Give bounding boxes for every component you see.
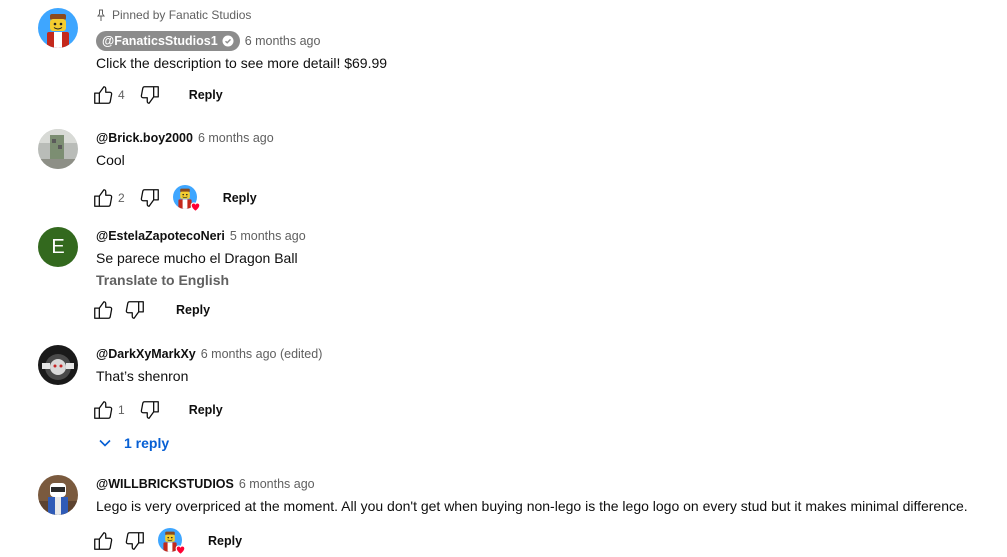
like-count: 4 bbox=[118, 88, 125, 102]
translate-link[interactable]: Translate to English bbox=[96, 272, 988, 288]
view-replies-button[interactable]: 1 reply bbox=[96, 434, 988, 452]
dislike-button[interactable] bbox=[137, 397, 163, 423]
reply-button[interactable]: Reply bbox=[189, 88, 223, 102]
like-count: 1 bbox=[118, 403, 125, 417]
comment-actions: 2 Reply bbox=[90, 182, 988, 214]
heart-icon bbox=[189, 200, 202, 213]
chevron-down-icon bbox=[99, 439, 111, 447]
dislike-button[interactable] bbox=[137, 82, 163, 108]
comment-timestamp[interactable]: 6 months ago bbox=[245, 34, 321, 48]
like-button[interactable] bbox=[90, 82, 116, 108]
comment-actions: 1 Reply bbox=[90, 394, 988, 426]
comment-timestamp[interactable]: 6 months ago bbox=[239, 477, 315, 491]
comment-header: @WILLBRICKSTUDIOS 6 months ago bbox=[96, 475, 988, 493]
thumbs-down-icon bbox=[139, 187, 161, 209]
verified-check-icon bbox=[222, 35, 234, 47]
comment-header: @Brick.boy2000 6 months ago bbox=[96, 129, 988, 147]
comment-body: Pinned by Fanatic Studios @FanaticsStudi… bbox=[96, 8, 988, 111]
thumbs-down-icon bbox=[139, 399, 161, 421]
like-button[interactable] bbox=[90, 297, 116, 323]
comment-body: @EstelaZapotecoNeri 5 months ago Se pare… bbox=[96, 227, 988, 326]
thumbs-up-icon bbox=[92, 399, 114, 421]
thumbs-up-icon bbox=[92, 530, 114, 552]
comment-header: @DarkXyMarkXy 6 months ago (edited) bbox=[96, 345, 988, 363]
author-name[interactable]: @DarkXyMarkXy bbox=[96, 347, 196, 361]
view-replies-label: 1 reply bbox=[124, 435, 170, 451]
author-name-text: @FanaticsStudios1 bbox=[102, 34, 218, 48]
avatar-letter: E bbox=[51, 235, 65, 258]
thumbs-down-icon bbox=[124, 530, 146, 552]
pinned-label: Pinned by Fanatic Studios bbox=[112, 8, 252, 22]
creator-heart-badge bbox=[158, 528, 184, 554]
heart-icon bbox=[174, 543, 187, 556]
like-button[interactable] bbox=[90, 528, 116, 554]
thumbs-down-icon bbox=[139, 84, 161, 106]
avatar[interactable] bbox=[38, 129, 78, 169]
comment-text: Se parece mucho el Dragon Ball bbox=[96, 250, 298, 266]
reply-button[interactable]: Reply bbox=[189, 403, 223, 417]
avatar[interactable] bbox=[38, 345, 78, 385]
author-name[interactable]: @Brick.boy2000 bbox=[96, 131, 193, 145]
like-count: 2 bbox=[118, 191, 125, 205]
author-name[interactable]: @WILLBRICKSTUDIOS bbox=[96, 477, 234, 491]
reply-button[interactable]: Reply bbox=[176, 303, 210, 317]
comment-actions: Reply bbox=[90, 525, 988, 557]
comment-timestamp[interactable]: 5 months ago bbox=[230, 229, 306, 243]
comment-actions: Reply bbox=[90, 294, 988, 326]
dislike-button[interactable] bbox=[122, 528, 148, 554]
comment-text: That’s shenron bbox=[96, 368, 189, 384]
comment-timestamp[interactable]: 6 months ago bbox=[198, 131, 274, 145]
dislike-button[interactable] bbox=[122, 297, 148, 323]
comment-body: @WILLBRICKSTUDIOS 6 months ago Lego is v… bbox=[96, 475, 988, 557]
avatar[interactable] bbox=[38, 8, 78, 48]
comment-text: Lego is very overpriced at the moment. A… bbox=[96, 498, 968, 514]
reply-button[interactable]: Reply bbox=[223, 191, 257, 205]
reply-button[interactable]: Reply bbox=[208, 534, 242, 548]
author-name[interactable]: @FanaticsStudios1 bbox=[96, 31, 240, 51]
like-button[interactable] bbox=[90, 397, 116, 423]
comment-text: Cool bbox=[96, 152, 125, 168]
thumbs-up-icon bbox=[92, 299, 114, 321]
dislike-button[interactable] bbox=[137, 185, 163, 211]
comment-header: @FanaticsStudios1 6 months ago bbox=[96, 31, 988, 51]
thumbs-up-icon bbox=[92, 84, 114, 106]
avatar[interactable] bbox=[38, 475, 78, 515]
author-name[interactable]: @EstelaZapotecoNeri bbox=[96, 229, 225, 243]
comment-body: @Brick.boy2000 6 months ago Cool 2 Reply bbox=[96, 129, 988, 214]
comment-body: @DarkXyMarkXy 6 months ago (edited) That… bbox=[96, 345, 988, 452]
thumbs-up-icon bbox=[92, 187, 114, 209]
thumbs-down-icon bbox=[124, 299, 146, 321]
avatar[interactable]: E bbox=[38, 227, 78, 267]
comment-actions: 4 Reply bbox=[90, 79, 988, 111]
pin-icon bbox=[97, 9, 105, 21]
creator-heart-badge bbox=[173, 185, 199, 211]
like-button[interactable] bbox=[90, 185, 116, 211]
pinned-indicator: Pinned by Fanatic Studios bbox=[96, 7, 988, 23]
comment-timestamp[interactable]: 6 months ago (edited) bbox=[201, 347, 323, 361]
comment-text: Click the description to see more detail… bbox=[96, 55, 388, 71]
comment-header: @EstelaZapotecoNeri 5 months ago bbox=[96, 227, 988, 245]
